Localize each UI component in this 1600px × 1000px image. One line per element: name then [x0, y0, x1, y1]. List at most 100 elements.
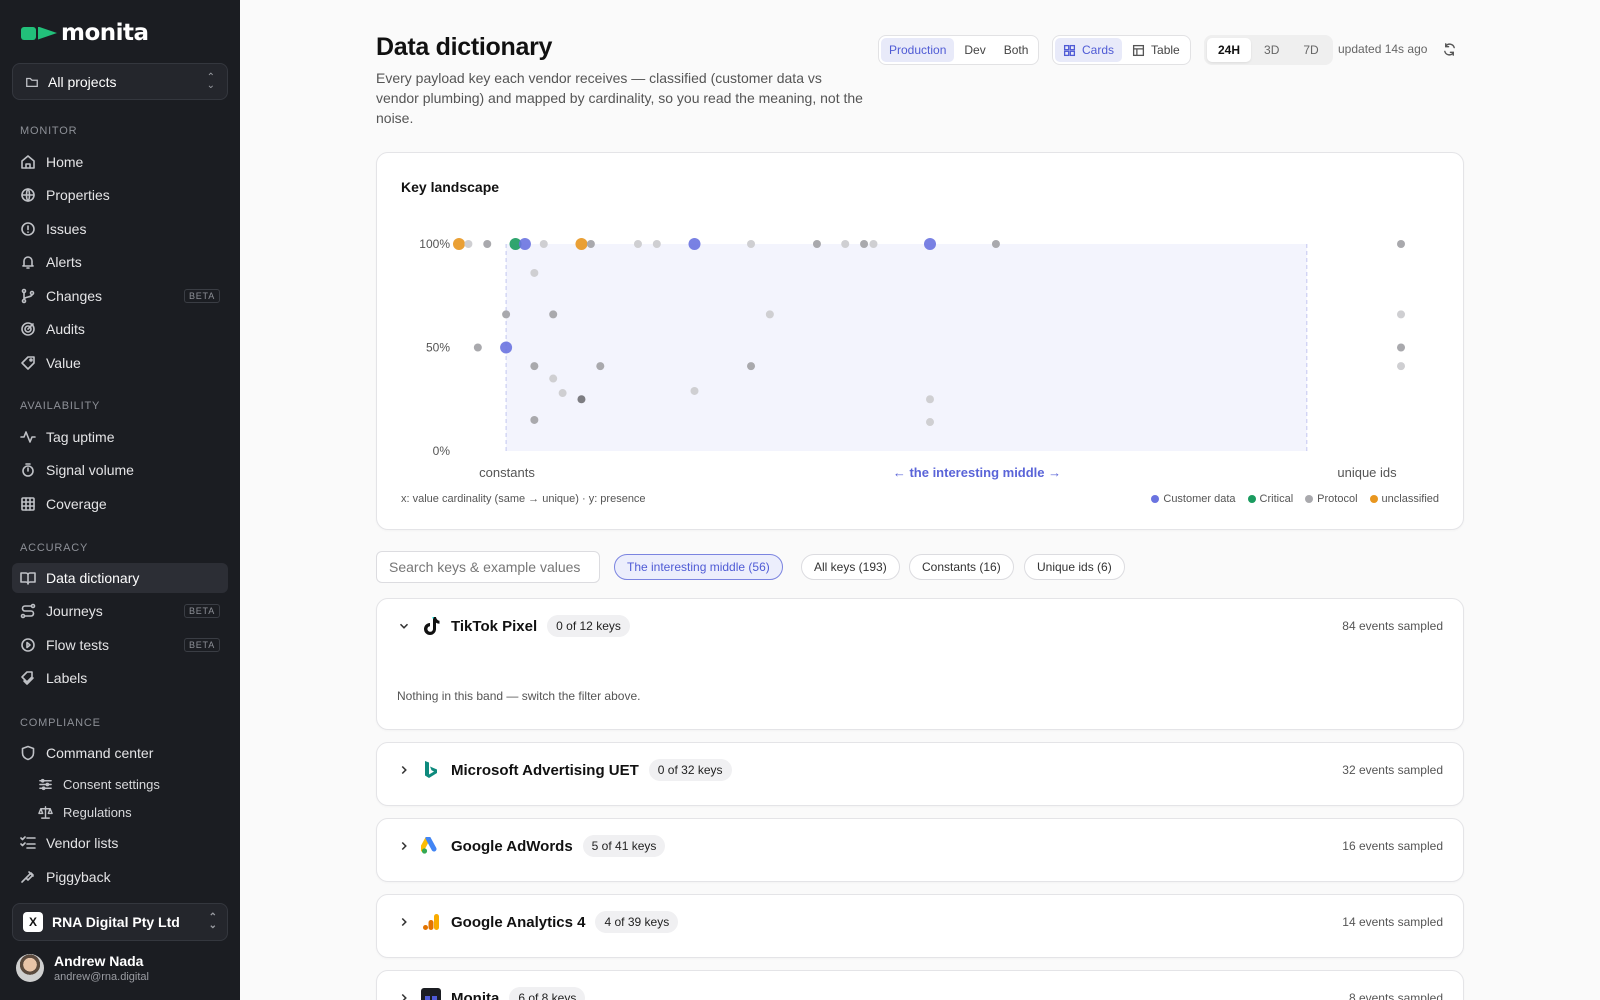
monita-logo[interactable]: monita [21, 20, 149, 46]
shield-icon [21, 745, 35, 761]
sidebar-item-properties[interactable]: Properties [12, 180, 228, 210]
data-point [586, 240, 595, 248]
filter-chip-unique-ids[interactable]: Unique ids (6) [1024, 554, 1125, 580]
view-option-cards[interactable]: Cards [1055, 38, 1123, 62]
events-sampled: 32 events sampled [1342, 763, 1443, 777]
sidebar-item-label: Vendor lists [46, 835, 119, 851]
sidebar-item-issues[interactable]: Issues [12, 214, 228, 244]
sidebar-item-label: Issues [46, 221, 87, 237]
sidebar-item-journeys[interactable]: Journeys BETA [12, 596, 228, 626]
interesting-middle-band [506, 244, 1307, 451]
sidebar-item-audits[interactable]: Audits [12, 314, 228, 344]
view-option-label: Table [1151, 43, 1180, 57]
environment-toggle: Production Dev Both [878, 35, 1040, 65]
events-sampled: 16 events sampled [1342, 839, 1443, 853]
search-input[interactable] [376, 551, 600, 583]
view-toggle: Cards Table [1052, 35, 1191, 65]
x-tick-label: unique ids [1337, 465, 1397, 480]
sidebar-item-vendor-lists[interactable]: Vendor lists [12, 828, 228, 858]
time-option-24h[interactable]: 24H [1207, 38, 1252, 62]
vendor-header[interactable]: Google AdWords 5 of 41 keys [397, 835, 666, 857]
sidebar-item-label: Home [46, 154, 84, 170]
sidebar-item-home[interactable]: Home [12, 147, 228, 177]
time-option-3d[interactable]: 3D [1253, 38, 1290, 62]
monita-icon [421, 988, 441, 1000]
sidebar-item-coverage[interactable]: Coverage [12, 489, 228, 519]
data-point [549, 310, 558, 319]
data-point [652, 240, 661, 248]
sidebar-item-label: Signal volume [46, 462, 134, 478]
page-description: Every payload key each vendor receives —… [376, 70, 863, 126]
chart-caption: x: value cardinality (same → unique) · y… [401, 493, 646, 505]
refresh-icon[interactable] [1442, 42, 1457, 57]
chevron-right-icon [401, 917, 407, 927]
chevron-updown-icon: ⌃ ⌄ [206, 71, 215, 91]
google-ads-icon [421, 836, 441, 856]
data-point [1397, 310, 1405, 319]
org-selector[interactable]: X RNA Digital Pty Ltd ⌃ ⌄ [12, 903, 228, 941]
legend-dot [1151, 495, 1160, 503]
org-logo: X [23, 912, 43, 932]
data-point [518, 238, 531, 250]
sidebar-item-flow-tests[interactable]: Flow tests BETA [12, 630, 228, 660]
chevron-right-icon [401, 765, 407, 775]
data-point [483, 240, 492, 248]
sidebar-subitem-consent-settings[interactable]: Consent settings [38, 772, 160, 796]
sidebar-item-label: Piggyback [46, 869, 111, 885]
sidebar-item-alerts[interactable]: Alerts [12, 247, 228, 277]
sidebar-item-label: Labels [46, 670, 88, 686]
sidebar-item-changes[interactable]: Changes BETA [12, 281, 228, 311]
key-landscape-chart: 100% 50% 0% constants ← the interesting midd… [419, 237, 1405, 480]
env-option-both[interactable]: Both [996, 38, 1037, 62]
tiktok-icon [421, 616, 441, 636]
sidebar-item-label: Coverage [46, 496, 107, 512]
sidebar-subitem-label: Regulations [63, 804, 132, 820]
data-point [530, 362, 539, 371]
view-option-table[interactable]: Table [1124, 38, 1188, 62]
vendor-header[interactable]: Monita 6 of 8 keys [397, 987, 586, 1000]
bing-icon [421, 760, 441, 780]
book-open-icon [20, 572, 36, 585]
sidebar-item-piggyback[interactable]: Piggyback [12, 862, 228, 892]
project-selector-label: All projects [48, 73, 117, 90]
filter-chip-constants[interactable]: Constants (16) [909, 554, 1014, 580]
vendor-header[interactable]: Google Analytics 4 4 of 39 keys [397, 911, 679, 933]
data-point [924, 238, 936, 250]
sidebar-item-value[interactable]: Value [12, 348, 228, 378]
sidebar-item-labels[interactable]: Labels [12, 663, 228, 693]
section-availability: AVAILABILITY [20, 400, 101, 412]
activity-icon [20, 431, 36, 443]
filter-chip-interesting-middle[interactable]: The interesting middle (56) [614, 554, 783, 580]
grid-icon [1063, 44, 1076, 56]
sidebar-item-data-dictionary[interactable]: Data dictionary [12, 563, 228, 593]
tag-icon [21, 356, 35, 370]
sidebar-item-signal-volume[interactable]: Signal volume [12, 455, 228, 485]
data-point [502, 310, 511, 319]
sidebar-item-label: Audits [46, 321, 85, 337]
section-accuracy: ACCURACY [20, 542, 89, 554]
legend-label: Critical [1259, 493, 1294, 505]
sidebar-item-command-center[interactable]: Command center [12, 738, 228, 768]
vendor-header[interactable]: Microsoft Advertising UET 0 of 32 keys [397, 759, 732, 781]
env-option-dev[interactable]: Dev [956, 38, 993, 62]
data-point [539, 240, 548, 248]
env-option-production[interactable]: Production [881, 38, 955, 62]
google-analytics-icon [421, 912, 441, 932]
timer-icon [22, 463, 34, 477]
beta-badge: BETA [183, 604, 220, 618]
time-option-7d[interactable]: 7D [1292, 38, 1329, 62]
chevron-down-icon [399, 623, 409, 629]
events-sampled: 14 events sampled [1342, 915, 1443, 929]
filter-chip-all-keys[interactable]: All keys (193) [801, 554, 900, 580]
user-profile[interactable]: Andrew Nada andrew@rna.digital [16, 953, 149, 983]
legend-label: Protocol [1317, 493, 1358, 505]
project-selector[interactable]: All projects ⌃ ⌄ [12, 63, 228, 100]
alert-circle-icon [21, 222, 35, 236]
sidebar-subitem-regulations[interactable]: Regulations [38, 800, 132, 824]
vendor-header[interactable]: TikTok Pixel 0 of 12 keys [397, 615, 630, 637]
page-title: Data dictionary [376, 33, 553, 61]
data-point [473, 343, 482, 352]
chart-legend: Customer data Critical Protocol unclassi… [1151, 493, 1439, 505]
sidebar-item-tag-uptime[interactable]: Tag uptime [12, 422, 228, 452]
bell-icon [22, 256, 34, 269]
